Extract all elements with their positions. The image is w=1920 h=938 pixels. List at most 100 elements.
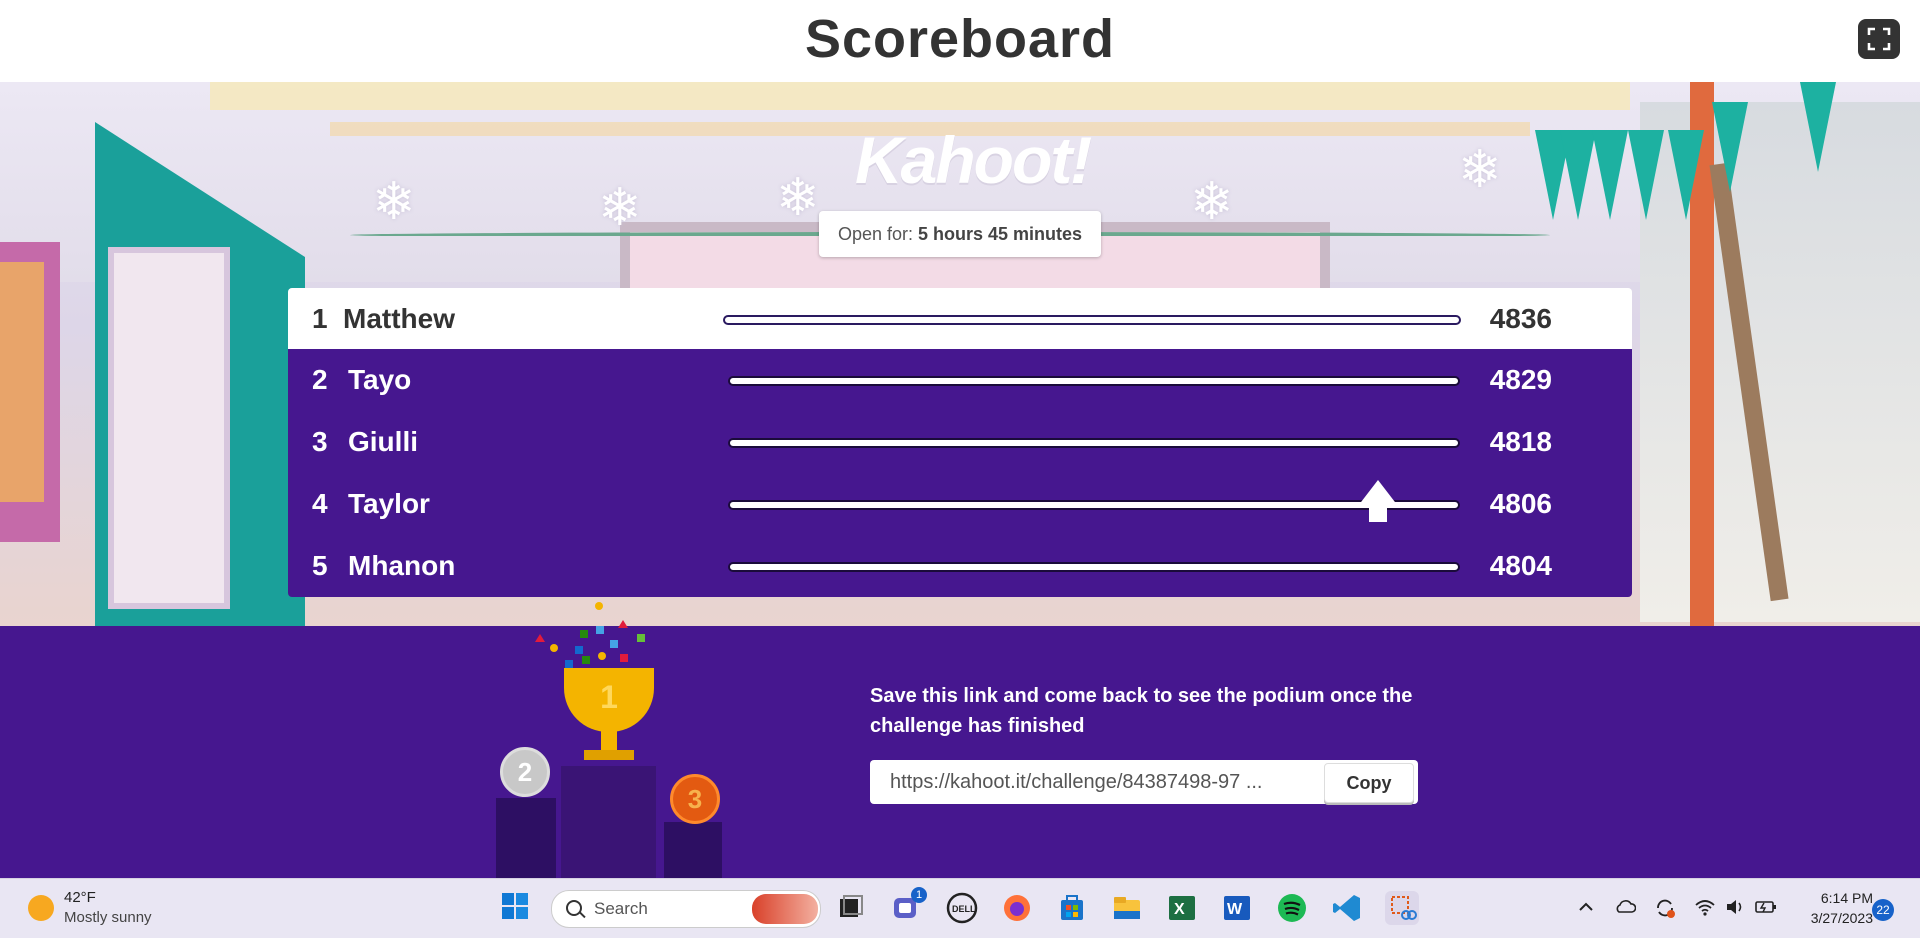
leaderboard-row: 1 Matthew 4836: [288, 288, 1632, 349]
player-name: Giulli: [348, 426, 418, 457]
windows-logo-icon: [502, 893, 528, 919]
confetti-piece: [565, 660, 573, 668]
podium-block-third: [664, 822, 722, 878]
notification-count-badge[interactable]: 22: [1872, 899, 1894, 921]
excel-icon[interactable]: X: [1165, 891, 1199, 925]
player-score: 4804: [1489, 550, 1552, 581]
pennant-flag: [1628, 130, 1664, 220]
player-rank: 4: [312, 488, 328, 519]
confetti-piece: [618, 620, 628, 628]
partly-sunny-icon: [28, 895, 54, 921]
svg-text:DELL: DELL: [952, 904, 976, 914]
firefox-icon[interactable]: [1000, 891, 1034, 925]
player-score: 4829: [1489, 364, 1552, 395]
spotify-icon[interactable]: [1275, 891, 1309, 925]
confetti-piece: [575, 646, 583, 654]
confetti-piece: [596, 626, 604, 634]
open-for-value: 5 hours 45 minutes: [918, 224, 1083, 244]
wifi-icon[interactable]: [1694, 897, 1715, 917]
pennant-flag: [1560, 130, 1596, 220]
leaderboard-row: 2 Tayo 4829: [288, 349, 1632, 411]
player-score: 4806: [1489, 488, 1552, 519]
word-icon[interactable]: W: [1220, 891, 1254, 925]
confetti-piece: [580, 630, 588, 638]
podium-block-second: [496, 798, 556, 878]
snowflake-icon: ❄: [1190, 173, 1234, 231]
search-highlight-image: [752, 894, 818, 924]
bronze-medal-icon: 3: [670, 774, 720, 824]
search-icon: [566, 900, 582, 916]
player-rank: 5: [312, 550, 328, 581]
player-rank: 2: [312, 364, 328, 395]
pennant-flag: [1712, 102, 1748, 192]
teams-chat-icon[interactable]: 1: [889, 887, 927, 925]
page-title: Scoreboard: [804, 9, 1116, 69]
score-bar: [728, 562, 1460, 572]
rank-up-arrow-icon: [1358, 480, 1398, 506]
pennant-flag: [1668, 130, 1704, 220]
leaderboard-row: 3 Giulli 4818: [288, 411, 1632, 473]
microsoft-store-icon[interactable]: [1055, 891, 1089, 925]
podium-block-first: [561, 766, 656, 878]
onedrive-cloud-icon[interactable]: [1614, 897, 1637, 917]
start-button[interactable]: [500, 891, 534, 925]
score-bar: [728, 438, 1460, 448]
svg-text:W: W: [1227, 901, 1243, 918]
leaderboard-row: 5 Mhanon 4804: [288, 535, 1632, 597]
clock-date: 3/27/2023: [1810, 910, 1873, 926]
teams-badge: 1: [911, 887, 927, 903]
pennant-flag: [1800, 82, 1836, 172]
weather-condition: Mostly sunny: [64, 909, 152, 926]
score-bar: [728, 376, 1460, 386]
score-bar: [728, 500, 1460, 510]
player-name: Tayo: [348, 364, 412, 395]
leaderboard-row: 4 Taylor 4806: [288, 473, 1632, 535]
ceiling-beam: [210, 82, 1630, 110]
kahoot-logo: Kahoot!: [855, 123, 1092, 197]
copy-button[interactable]: Copy: [1324, 763, 1414, 803]
trophy-icon: 1: [564, 668, 654, 732]
show-hidden-icons-chevron-icon[interactable]: [1576, 897, 1596, 917]
player-score: 4836: [1489, 303, 1552, 334]
volume-icon[interactable]: [1724, 897, 1744, 917]
snowflake-icon: ❄: [776, 169, 820, 227]
file-explorer-icon[interactable]: [1110, 891, 1144, 925]
snowflake-icon: ❄: [372, 173, 416, 231]
confetti-piece: [582, 656, 590, 664]
confetti-piece: [610, 640, 618, 648]
task-view-icon[interactable]: [834, 891, 868, 925]
score-bar: [723, 315, 1461, 325]
trophy-rank: 1: [600, 679, 618, 715]
share-link-field[interactable]: https://kahoot.it/challenge/84387498-97 …: [870, 760, 1418, 804]
page-header: Scoreboard: [0, 0, 1920, 82]
pennant-flag: [1592, 130, 1628, 220]
vscode-icon[interactable]: [1330, 891, 1364, 925]
search-placeholder: Search: [594, 899, 648, 918]
clock-time: 6:14 PM: [1820, 890, 1873, 906]
taskbar-search[interactable]: Search: [551, 890, 821, 928]
svg-text:X: X: [1174, 901, 1185, 918]
fullscreen-icon: [1867, 27, 1891, 51]
open-for-timer: Open for: 5 hours 45 minutes: [819, 211, 1101, 257]
player-rank: 1: [312, 303, 328, 334]
battery-icon[interactable]: [1754, 897, 1776, 917]
snipping-tool-icon[interactable]: [1385, 891, 1419, 925]
sync-icon[interactable]: [1654, 897, 1675, 918]
confetti-piece: [550, 644, 558, 652]
dell-icon[interactable]: DELL: [945, 891, 979, 925]
confetti-piece: [598, 652, 606, 660]
player-name: Matthew: [343, 303, 455, 334]
system-clock[interactable]: 6:14 PM 3/27/2023: [1793, 888, 1873, 928]
confetti-piece: [620, 654, 628, 662]
snowflake-icon: ❄: [598, 179, 642, 237]
leaderboard: 1 Matthew 4836 2 Tayo 4829 3 Giulli 4818…: [288, 288, 1632, 597]
weather-temperature: 42°F: [64, 889, 96, 906]
silver-medal-icon: 2: [500, 747, 550, 797]
player-name: Mhanon: [348, 550, 456, 581]
windows-taskbar: 42°F Mostly sunny Search 1 DELL X W 6:14…: [0, 878, 1920, 938]
player-score: 4818: [1489, 426, 1552, 457]
challenge-link-input[interactable]: https://kahoot.it/challenge/84387498-97 …: [890, 760, 1320, 804]
open-for-label: Open for:: [837, 224, 913, 244]
fullscreen-button[interactable]: [1858, 19, 1900, 59]
snowflake-icon: ❄: [1458, 141, 1502, 199]
